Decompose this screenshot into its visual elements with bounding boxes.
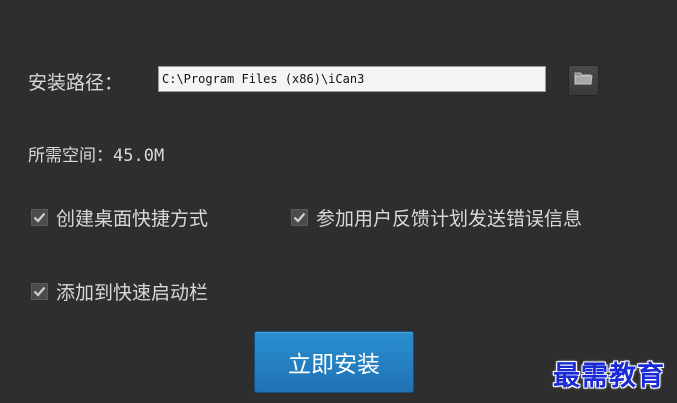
desktop-shortcut-option[interactable]: 创建桌面快捷方式 [31,204,208,231]
install-now-button[interactable]: 立即安装 [254,331,414,393]
checkmark-icon [33,212,46,223]
quick-launch-checkbox[interactable] [31,283,48,300]
install-path-input[interactable] [158,66,546,92]
desktop-shortcut-label: 创建桌面快捷方式 [56,208,209,230]
watermark-logo: 最需教育 [553,361,665,392]
feedback-program-option[interactable]: 参加用户反馈计划发送错误信息 [291,204,582,231]
install-path-label: 安装路径： [28,72,124,94]
desktop-shortcut-checkbox[interactable] [31,209,48,226]
browse-folder-button[interactable] [568,65,599,96]
folder-icon [574,71,593,90]
feedback-program-label: 参加用户反馈计划发送错误信息 [316,208,583,230]
quick-launch-label: 添加到快速启动栏 [56,282,209,304]
checkmark-icon [33,286,46,297]
feedback-program-checkbox[interactable] [291,209,308,226]
required-space-label: 所需空间：45.0M [28,146,165,166]
quick-launch-option[interactable]: 添加到快速启动栏 [31,278,208,305]
checkmark-icon [293,212,306,223]
